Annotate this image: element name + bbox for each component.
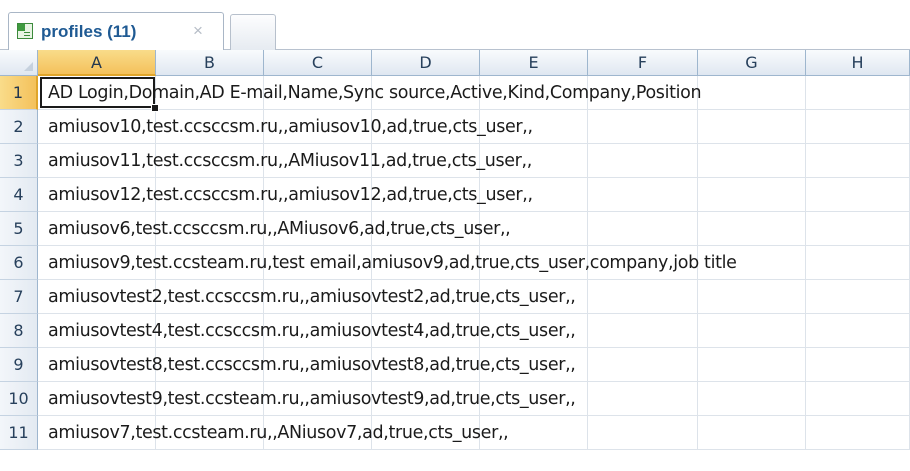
spreadsheet-grid[interactable]: A B C D E F G H 1 AD Login,Domain,AD E-ma…	[0, 50, 910, 471]
select-all-corner[interactable]	[0, 50, 38, 76]
cell-value-a4: amiusov12,test.ccsccsm.ru,,amiusov12,ad,…	[48, 185, 533, 205]
workbook-tab-bar: profiles (11) ×	[0, 0, 910, 50]
column-header-h[interactable]: H	[806, 50, 910, 76]
table-row: 4 amiusov12,test.ccsccsm.ru,,amiusov12,ad…	[0, 178, 910, 212]
grid-cell-h9[interactable]	[806, 348, 910, 382]
table-row: 10 amiusovtest9,test.ccsteam.ru,,amiusovt…	[0, 382, 910, 416]
new-tab-button[interactable]	[230, 14, 276, 50]
table-row: 1 AD Login,Domain,AD E-mail,Name,Sync sou…	[0, 76, 910, 110]
grid-cell-f2[interactable]	[588, 110, 698, 144]
grid-cell-h4[interactable]	[806, 178, 910, 212]
excel-file-icon	[17, 23, 33, 39]
column-header-c[interactable]: C	[264, 50, 372, 76]
row-header[interactable]: 7	[0, 280, 38, 314]
row-header[interactable]: 2	[0, 110, 38, 144]
grid-cell-f11[interactable]	[588, 416, 698, 450]
row-header[interactable]: 5	[0, 212, 38, 246]
grid-cell-g8[interactable]	[698, 314, 806, 348]
table-row: 9 amiusovtest8,test.ccsccsm.ru,,amiusovte…	[0, 348, 910, 382]
grid-cell-g9[interactable]	[698, 348, 806, 382]
grid-cell-g11[interactable]	[698, 416, 806, 450]
row-header[interactable]: 9	[0, 348, 38, 382]
grid-cell-f7[interactable]	[588, 280, 698, 314]
row-header[interactable]: 3	[0, 144, 38, 178]
grid-cell-h7[interactable]	[806, 280, 910, 314]
grid-cell-h11[interactable]	[806, 416, 910, 450]
column-header-g[interactable]: G	[698, 50, 806, 76]
row-header[interactable]: 10	[0, 382, 38, 416]
cell-value-a3: amiusov11,test.ccsccsm.ru,,AMiusov11,ad,…	[48, 151, 532, 171]
grid-cell-g7[interactable]	[698, 280, 806, 314]
cell-value-a9: amiusovtest8,test.ccsccsm.ru,,amiusovtes…	[48, 355, 576, 375]
column-header-f[interactable]: F	[588, 50, 698, 76]
grid-cell-f9[interactable]	[588, 348, 698, 382]
row-header[interactable]: 1	[0, 76, 38, 110]
grid-cell-h1[interactable]	[806, 76, 910, 110]
table-row: 3 amiusov11,test.ccsccsm.ru,,AMiusov11,ad…	[0, 144, 910, 178]
table-row: 2 amiusov10,test.ccsccsm.ru,,amiusov10,ad…	[0, 110, 910, 144]
grid-cell-g2[interactable]	[698, 110, 806, 144]
grid-cell-g3[interactable]	[698, 144, 806, 178]
column-header-d[interactable]: D	[372, 50, 480, 76]
tab-title: profiles (11)	[41, 22, 137, 41]
close-icon[interactable]: ×	[193, 21, 203, 41]
grid-cell-h8[interactable]	[806, 314, 910, 348]
grid-cell-h5[interactable]	[806, 212, 910, 246]
grid-cell-g1[interactable]	[698, 76, 806, 110]
grid-cell-f4[interactable]	[588, 178, 698, 212]
grid-cell-g5[interactable]	[698, 212, 806, 246]
grid-cell-g10[interactable]	[698, 382, 806, 416]
cell-value-a11: amiusov7,test.ccsteam.ru,,ANiusov7,ad,tr…	[48, 423, 509, 443]
cell-value-a1: AD Login,Domain,AD E-mail,Name,Sync sour…	[48, 83, 702, 103]
row-header[interactable]: 6	[0, 246, 38, 280]
grid-cell-h10[interactable]	[806, 382, 910, 416]
cell-value-a5: amiusov6,test.ccsccsm.ru,,AMiusov6,ad,tr…	[48, 219, 511, 239]
table-row: 7 amiusovtest2,test.ccsccsm.ru,,amiusovte…	[0, 280, 910, 314]
grid-cell-g4[interactable]	[698, 178, 806, 212]
grid-cell-f10[interactable]	[588, 382, 698, 416]
cell-value-a2: amiusov10,test.ccsccsm.ru,,amiusov10,ad,…	[48, 117, 533, 137]
column-header-a[interactable]: A	[38, 50, 156, 76]
cell-value-a8: amiusovtest4,test.ccsccsm.ru,,amiusovtes…	[48, 321, 576, 341]
grid-cell-f8[interactable]	[588, 314, 698, 348]
grid-cell-f5[interactable]	[588, 212, 698, 246]
table-row: 6 amiusov9,test.ccsteam.ru,test email,ami…	[0, 246, 910, 280]
row-header[interactable]: 4	[0, 178, 38, 212]
cell-value-a6: amiusov9,test.ccsteam.ru,test email,amiu…	[48, 253, 737, 273]
cell-value-a10: amiusovtest9,test.ccsteam.ru,,amiusovtes…	[48, 389, 576, 409]
cell-value-a7: amiusovtest2,test.ccsccsm.ru,,amiusovtes…	[48, 287, 576, 307]
fill-handle[interactable]	[151, 104, 159, 112]
tab-profiles[interactable]: profiles (11) ×	[8, 12, 224, 50]
grid-cell-h6[interactable]	[806, 246, 910, 280]
row-header[interactable]: 11	[0, 416, 38, 450]
row-header[interactable]: 8	[0, 314, 38, 348]
table-row: 8 amiusovtest4,test.ccsccsm.ru,,amiusovte…	[0, 314, 910, 348]
column-header-b[interactable]: B	[156, 50, 264, 76]
grid-cell-h3[interactable]	[806, 144, 910, 178]
table-row: 5 amiusov6,test.ccsccsm.ru,,AMiusov6,ad,t…	[0, 212, 910, 246]
grid-cell-h2[interactable]	[806, 110, 910, 144]
column-header-e[interactable]: E	[480, 50, 588, 76]
table-row: 11 amiusov7,test.ccsteam.ru,,ANiusov7,ad,…	[0, 416, 910, 450]
grid-cell-f3[interactable]	[588, 144, 698, 178]
